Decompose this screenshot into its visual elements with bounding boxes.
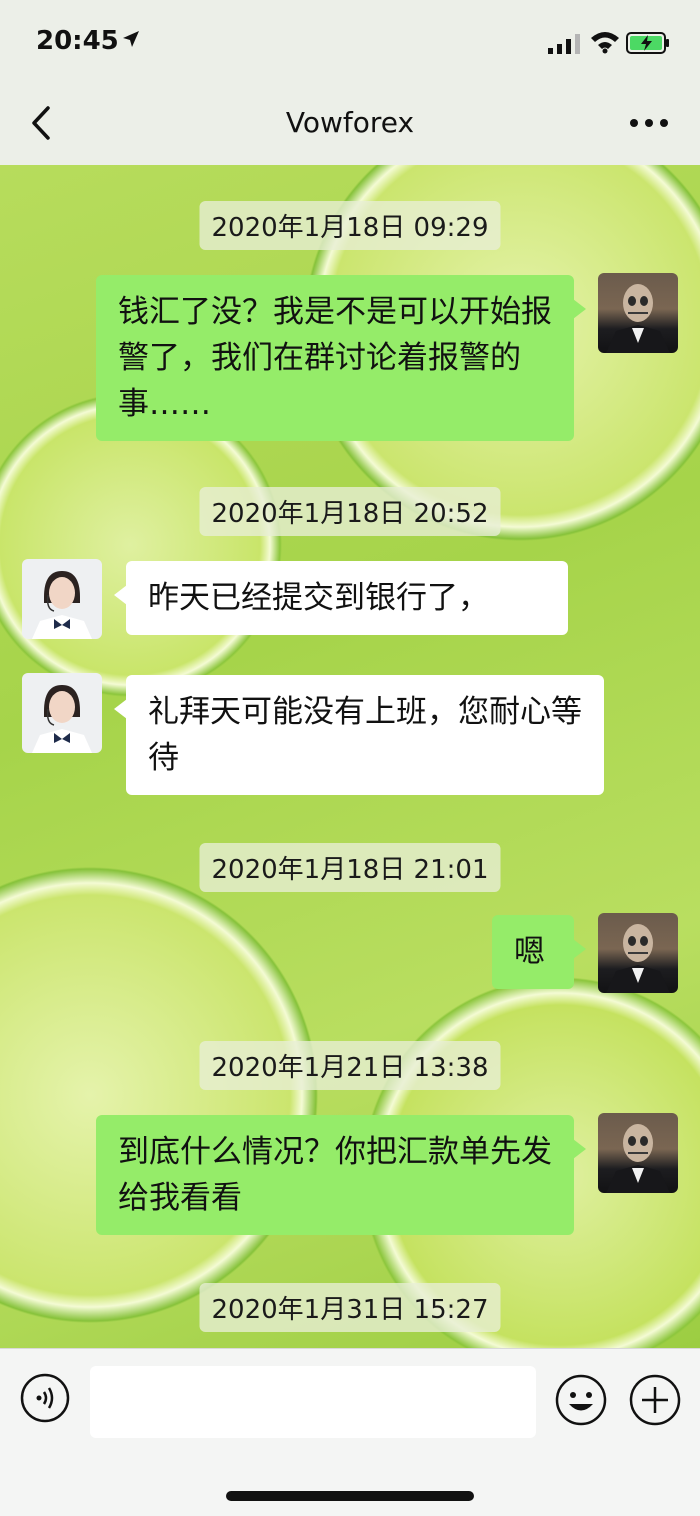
status-time: 20:45 xyxy=(36,26,119,56)
avatar-portrait-icon xyxy=(32,685,92,753)
avatar-portrait-icon xyxy=(606,284,670,353)
emoji-icon[interactable] xyxy=(554,1373,608,1427)
chat-title: Vowforex xyxy=(285,106,415,139)
message-input[interactable] xyxy=(90,1366,536,1438)
plus-icon[interactable] xyxy=(628,1373,682,1427)
timestamp: 2020年1月18日 21:01 xyxy=(199,843,501,892)
timestamp: 2020年1月18日 20:52 xyxy=(199,487,501,536)
sent-message-bubble[interactable]: 钱汇了没？我是不是可以开始报警了，我们在群讨论着报警的事…… xyxy=(96,275,586,441)
timestamp: 2020年1月18日 09:29 xyxy=(199,201,501,250)
contact-avatar[interactable] xyxy=(22,673,102,753)
timestamp: 2020年1月21日 13:38 xyxy=(199,1041,501,1090)
avatar-portrait-icon xyxy=(606,1124,670,1193)
wifi-icon xyxy=(591,32,619,54)
home-indicator xyxy=(226,1491,474,1501)
chat-message-list[interactable]: 2020年1月18日 09:29 钱汇了没？我是不是可以开始报警了，我们在群讨论… xyxy=(0,165,700,1348)
my-avatar[interactable] xyxy=(598,913,678,993)
sent-message-bubble[interactable]: 到底什么情况？你把汇款单先发给我看看 xyxy=(96,1115,586,1235)
timestamp: 2020年1月31日 15:27 xyxy=(199,1283,501,1332)
avatar-portrait-icon xyxy=(32,571,92,639)
location-arrow-icon xyxy=(123,31,139,47)
sent-message-bubble[interactable]: 嗯 xyxy=(492,915,586,989)
chat-screen: 20:45 Vowforex 2020年1月18日 09:29 钱汇了没？我是不… xyxy=(0,0,700,1516)
input-bar xyxy=(0,1348,700,1516)
received-message-bubble[interactable]: 礼拜天可能没有上班，您耐心等待 xyxy=(114,675,604,795)
voice-icon[interactable] xyxy=(20,1373,70,1423)
top-bar: 20:45 Vowforex xyxy=(0,0,700,165)
battery-charging-icon xyxy=(626,32,669,54)
my-avatar[interactable] xyxy=(598,1113,678,1193)
contact-avatar[interactable] xyxy=(22,559,102,639)
signal-icon xyxy=(548,34,580,54)
received-message-bubble[interactable]: 昨天已经提交到银行了， xyxy=(114,561,568,635)
my-avatar[interactable] xyxy=(598,273,678,353)
avatar-portrait-icon xyxy=(606,924,670,993)
more-dots-icon[interactable] xyxy=(626,110,672,136)
